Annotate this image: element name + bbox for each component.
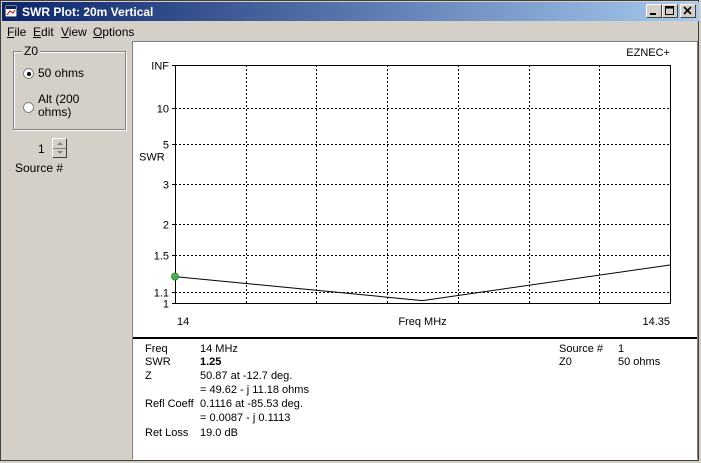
z0-legend: Z0 [22,44,41,58]
z0-alt-radio[interactable] [23,102,34,113]
z-value-polar: 50.87 at -12.7 deg. [200,370,293,382]
y-tick-label: 2 [163,220,169,232]
maximize-button[interactable] [662,4,678,18]
z0-alt-label-line2[interactable]: ohms) [38,106,71,119]
ret-loss-label: Ret Loss [145,427,189,439]
z0-group: Z0 50 ohms Alt (200 ohms) [13,44,126,130]
z0-50ohms-label[interactable]: 50 ohms [38,67,84,80]
minimize-icon [650,13,656,15]
swr-chart: INF105321.51.11EZNEC+SWR14 14.35Freq MHz [139,47,671,328]
z-value-rect: = 49.62 - j 11.18 ohms [200,384,309,396]
menu-edit[interactable]: Edit [33,25,54,39]
chevron-down-icon [57,151,63,154]
info-source-value: 1 [618,343,625,355]
spin-down-button[interactable] [53,148,66,157]
info-panel: Freq 14 MHz SWR 1.25 Z 50.87 at -12.7 de… [133,337,697,460]
z-label: Z [145,370,152,382]
menu-file[interactable]: File [7,25,26,39]
freq-value: 14 MHz [200,343,238,355]
ret-loss-value: 19.0 dB [200,427,238,439]
menu-bar: File Edit View Options [2,22,699,41]
app-icon [5,5,17,17]
plot-area: INF 10 5 3 2 1.5 1.1 1 EZNEC+ SWR 14 14.35 Freq MHz … [132,41,698,460]
chevron-up-icon [57,142,63,145]
x-tick-label-end: 14.35 [642,316,670,328]
title-bar[interactable]: SWR Plot: 20m Vertical [2,2,699,21]
y-tick-label: 3 [163,180,169,192]
control-panel: Z0 50 ohms Alt (200 ohms) 1 Source # [3,41,131,459]
minimize-button[interactable] [646,4,662,18]
source-number-value: 1 [38,142,45,156]
menu-options[interactable]: Options [93,25,134,39]
y-tick-label: 1 [163,299,169,311]
close-button[interactable] [680,4,696,18]
info-source-label: Source # [559,343,604,355]
y-tick-label: INF [151,61,169,73]
source-label: Source # [15,161,64,175]
swr-value: 1.25 [200,356,222,368]
y-tick-label: 5 [163,140,169,152]
y-tick-label: 10 [157,104,169,116]
frequency-marker [171,272,179,281]
maximize-icon [665,6,674,15]
swr-curve [174,264,671,302]
x-tick-label-start: 14 [177,316,189,328]
refl-coeff-polar: 0.1116 at -85.53 deg. [200,398,303,410]
window-title: SWR Plot: 20m Vertical [22,5,154,19]
menu-view[interactable]: View [61,25,87,39]
freq-label: Freq [145,343,168,355]
x-axis-label: Freq MHz [398,316,446,328]
info-z0-label: Z0 [559,356,572,368]
refl-coeff-rect: = 0.0087 - j 0.1113 [200,412,291,424]
refl-coeff-label: Refl Coeff [145,398,194,410]
swr-label: SWR [145,356,171,368]
y-axis-label: SWR [139,151,165,163]
source-spinner[interactable] [52,138,67,158]
swr-plot-window: SWR Plot: 20m Vertical File Edit View Op… [0,0,699,461]
brand-label: EZNEC+ [626,47,670,59]
close-icon [683,6,692,15]
z0-50ohms-radio[interactable] [23,68,34,79]
y-tick-label: 1.5 [154,251,169,263]
info-z0-value: 50 ohms [618,356,661,368]
